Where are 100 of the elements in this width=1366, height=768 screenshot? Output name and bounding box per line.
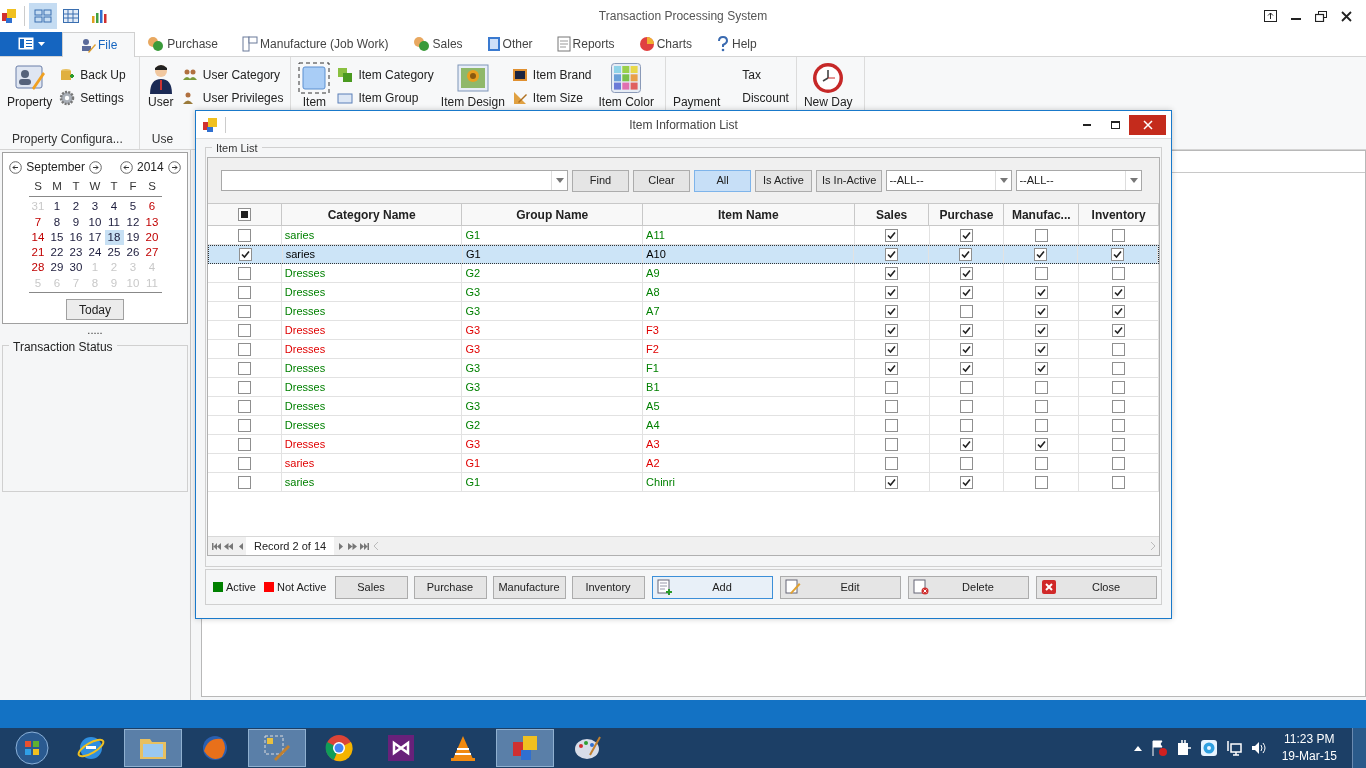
column-header[interactable]: Category Name [281, 204, 463, 225]
table-row[interactable]: Dresses G3 F2 [208, 340, 1159, 359]
checkbox[interactable] [1034, 304, 1048, 318]
calendar-day[interactable]: 20 [142, 229, 162, 246]
filter-combo[interactable]: --ALL-- [886, 170, 1013, 191]
checkbox[interactable] [1112, 399, 1126, 413]
ribbon-large-button[interactable]: Item Color [594, 61, 658, 111]
dropdown-arrow-icon[interactable] [999, 178, 1008, 183]
checkbox[interactable] [1112, 456, 1126, 470]
ribbon-tab[interactable]: Other [474, 31, 545, 56]
ribbon-tab[interactable]: Purchase [135, 31, 231, 56]
next-month-icon[interactable] [89, 160, 102, 174]
checkbox[interactable] [1112, 266, 1126, 280]
action-button[interactable]: Sales [334, 575, 408, 599]
checkbox[interactable] [1112, 418, 1126, 432]
checkbox[interactable] [1034, 285, 1048, 299]
today-button[interactable]: Today [66, 299, 124, 321]
table-row[interactable]: Dresses G2 A9 [208, 264, 1159, 283]
calendar-day[interactable]: 19 [123, 229, 143, 246]
splitter-handle[interactable]: ..... [87, 325, 103, 335]
filter-button[interactable]: Find [572, 169, 629, 192]
checkbox[interactable] [1034, 456, 1048, 470]
network-icon[interactable] [1225, 740, 1242, 756]
table-row[interactable]: Dresses G3 B1 [208, 378, 1159, 397]
restore-icon[interactable] [1315, 10, 1327, 22]
last-record-button[interactable] [359, 542, 369, 550]
checkbox[interactable] [1034, 228, 1048, 242]
speaker-icon[interactable] [1250, 740, 1267, 756]
checkbox[interactable] [885, 456, 899, 470]
checkbox[interactable] [1034, 437, 1048, 451]
previous-page-button[interactable] [223, 542, 233, 550]
row-checkbox[interactable] [237, 228, 251, 242]
calendar-month[interactable]: September [26, 158, 85, 176]
ribbon-small-button[interactable]: Back Up [59, 65, 126, 84]
row-checkbox[interactable] [238, 248, 252, 261]
checkbox[interactable] [1112, 437, 1126, 451]
next-year-icon[interactable] [167, 160, 181, 174]
calendar-day[interactable]: 1 [47, 199, 67, 215]
checkbox[interactable] [885, 380, 899, 394]
checkbox[interactable] [885, 418, 899, 432]
row-checkbox[interactable] [237, 342, 251, 356]
checkbox[interactable] [885, 437, 899, 451]
row-checkbox[interactable] [237, 456, 251, 470]
filter-combo[interactable]: --ALL-- [1016, 170, 1143, 191]
checkbox[interactable] [1034, 342, 1048, 356]
calendar-day[interactable]: 9 [66, 214, 86, 230]
caret-up-icon[interactable] [1133, 745, 1142, 751]
ribbon-tab[interactable]: Manufacture (Job Work) [230, 31, 401, 56]
calendar-day[interactable]: 7 [28, 214, 48, 230]
filter-button[interactable]: Is Active [755, 169, 812, 192]
calendar-day[interactable]: 17 [85, 229, 105, 246]
checkbox[interactable] [1112, 228, 1126, 242]
ribbon-tab[interactable]: Sales [400, 31, 475, 56]
calendar-day[interactable]: 24 [85, 245, 105, 261]
column-header[interactable]: Group Name [462, 204, 644, 225]
checkbox[interactable] [1034, 361, 1048, 375]
row-checkbox[interactable] [237, 361, 251, 375]
table-row[interactable]: Dresses G2 A4 [208, 416, 1159, 435]
ribbon-large-button[interactable]: Item [294, 61, 335, 111]
action-button[interactable]: Purchase [413, 575, 487, 599]
checkbox[interactable] [1111, 248, 1125, 261]
checkbox[interactable] [885, 285, 899, 299]
table-row[interactable]: saries G1 A2 [208, 454, 1159, 473]
calendar-day[interactable]: 30 [66, 260, 86, 276]
previous-year-icon[interactable] [120, 160, 133, 174]
calendar-day[interactable]: 12 [123, 214, 143, 230]
action-button[interactable]: Manufacture [492, 575, 566, 599]
checkbox[interactable] [1112, 380, 1126, 394]
ribbon-small-button[interactable]: User Privileges [181, 88, 284, 107]
row-checkbox[interactable] [237, 475, 251, 489]
ribbon-small-button[interactable]: Item Size [511, 88, 592, 107]
calendar-day[interactable]: 14 [28, 229, 48, 246]
plug-icon[interactable] [1175, 740, 1192, 756]
row-checkbox[interactable] [237, 323, 251, 337]
checkbox[interactable] [1034, 323, 1048, 337]
disc-icon[interactable] [1200, 740, 1217, 756]
checkbox[interactable] [959, 399, 973, 413]
filter-button[interactable]: Is In-Active [816, 169, 883, 192]
action-button[interactable]: Inventory [571, 575, 645, 599]
checkbox[interactable] [884, 248, 898, 261]
calendar-day[interactable]: 28 [28, 260, 48, 276]
checkbox[interactable] [1034, 380, 1048, 394]
calendar-day[interactable]: 3 [85, 199, 105, 215]
checkbox[interactable] [1034, 248, 1047, 261]
row-checkbox[interactable] [237, 437, 251, 451]
checkbox[interactable] [1034, 418, 1048, 432]
calendar-day[interactable]: 26 [123, 245, 143, 261]
quick-access-button[interactable] [29, 3, 57, 29]
checkbox[interactable] [885, 361, 899, 375]
checkbox[interactable] [885, 342, 899, 356]
checkbox[interactable] [1034, 475, 1048, 489]
calendar-day[interactable]: 18 [104, 229, 124, 246]
checkbox[interactable] [1034, 399, 1048, 413]
table-row[interactable]: Dresses G3 A3 [208, 435, 1159, 454]
ribbon-small-button[interactable]: Item Category [337, 65, 434, 84]
action-button[interactable]: Edit [779, 575, 901, 599]
table-row[interactable]: Dresses G3 F1 [208, 359, 1159, 378]
row-checkbox[interactable] [237, 418, 251, 432]
row-checkbox[interactable] [237, 380, 251, 394]
checkbox[interactable] [1112, 342, 1126, 356]
